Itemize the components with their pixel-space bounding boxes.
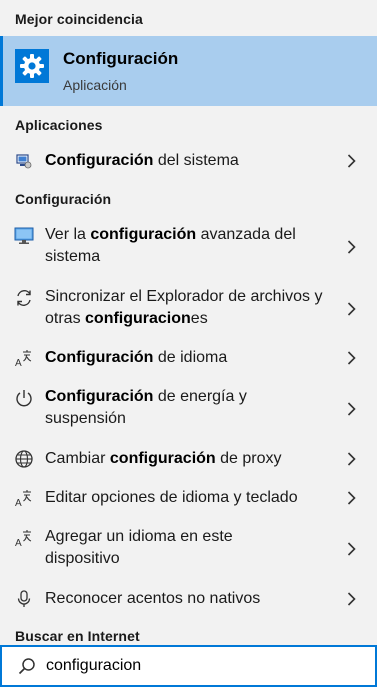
best-match-header: Mejor coincidencia bbox=[15, 11, 143, 27]
list-item-label: Cambiar configuración de proxy bbox=[45, 450, 282, 467]
list-item-language-settings[interactable]: A Configuración de idioma bbox=[0, 346, 377, 370]
list-item-system-config[interactable]: Configuración del sistema bbox=[0, 149, 377, 173]
list-item-label: Ver la configuración avanzada del sistem… bbox=[45, 226, 296, 265]
chevron-right-icon bbox=[345, 491, 357, 505]
list-item-add-language[interactable]: A Agregar un idioma en este dispositivo bbox=[0, 526, 377, 572]
search-input[interactable] bbox=[46, 654, 346, 678]
monitor-icon bbox=[13, 225, 35, 247]
list-item-sync-explorer[interactable]: Sincronizar el Explorador de archivos y … bbox=[0, 286, 377, 332]
chevron-right-icon bbox=[345, 592, 357, 606]
globe-icon bbox=[13, 448, 35, 470]
svg-text:A: A bbox=[15, 358, 22, 368]
power-icon bbox=[13, 387, 35, 409]
svg-text:A: A bbox=[15, 498, 22, 508]
list-item-label: Editar opciones de idioma y teclado bbox=[45, 489, 298, 506]
list-item-label: Sincronizar el Explorador de archivos y … bbox=[45, 288, 323, 327]
chevron-right-icon bbox=[345, 452, 357, 466]
list-item-label: Configuración de energía y suspensión bbox=[45, 388, 247, 427]
chevron-right-icon bbox=[345, 154, 357, 168]
list-item-edit-language-keyboard[interactable]: A Editar opciones de idioma y teclado bbox=[0, 486, 377, 510]
best-match-subtitle: Aplicación bbox=[63, 77, 127, 93]
chevron-right-icon bbox=[345, 351, 357, 365]
chevron-right-icon bbox=[345, 302, 357, 316]
svg-text:A: A bbox=[15, 538, 22, 548]
list-item-label: Configuración del sistema bbox=[45, 152, 239, 169]
best-match-item[interactable]: Configuración Aplicación bbox=[0, 36, 377, 106]
system-config-icon bbox=[13, 150, 35, 172]
sync-icon bbox=[13, 287, 35, 309]
internet-header: Buscar en Internet bbox=[15, 628, 140, 644]
list-item-advanced-system[interactable]: Ver la configuración avanzada del sistem… bbox=[0, 224, 377, 270]
language-icon: A bbox=[13, 347, 35, 369]
settings-header: Configuración bbox=[15, 191, 112, 207]
list-item-label: Agregar un idioma en este dispositivo bbox=[45, 528, 233, 567]
apps-header: Aplicaciones bbox=[15, 117, 103, 133]
best-match-title: Configuración bbox=[63, 49, 179, 68]
gear-icon bbox=[15, 49, 49, 83]
language-icon: A bbox=[13, 487, 35, 509]
chevron-right-icon bbox=[345, 402, 357, 416]
search-box[interactable] bbox=[0, 645, 377, 687]
list-item-accents[interactable]: Reconocer acentos no nativos bbox=[0, 587, 377, 611]
chevron-right-icon bbox=[345, 542, 357, 556]
chevron-right-icon bbox=[345, 240, 357, 254]
list-item-label: Reconocer acentos no nativos bbox=[45, 590, 261, 607]
language-icon: A bbox=[13, 527, 35, 549]
microphone-icon bbox=[13, 588, 35, 610]
selection-accent bbox=[0, 36, 3, 106]
list-item-power-sleep[interactable]: Configuración de energía y suspensión bbox=[0, 386, 377, 432]
list-item-label: Configuración de idioma bbox=[45, 349, 228, 366]
search-results-panel: Mejor coincidencia Configuración Aplicac… bbox=[0, 0, 377, 687]
search-icon bbox=[18, 657, 36, 675]
list-item-proxy[interactable]: Cambiar configuración de proxy bbox=[0, 447, 377, 471]
